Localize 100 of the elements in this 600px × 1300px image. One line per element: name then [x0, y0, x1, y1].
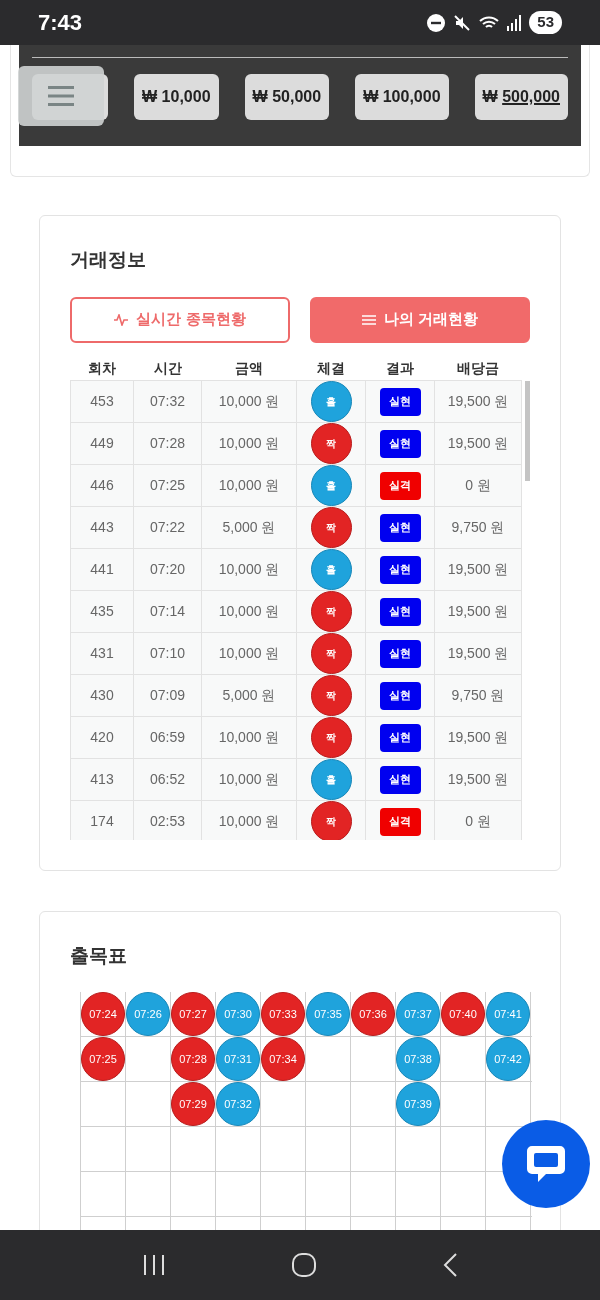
result-badge: 실격: [379, 471, 421, 500]
section-title: 출목표: [70, 943, 128, 968]
amount-chip[interactable]: ₩ 10,000: [134, 74, 219, 120]
table-cell: 10,000 원: [201, 590, 297, 633]
bead: 07:30: [216, 992, 260, 1036]
bead: 07:27: [171, 992, 215, 1036]
table-cell: 19,500 원: [434, 422, 522, 465]
status-time: 7:43: [38, 9, 83, 37]
amount-chip[interactable]: ₩ 500,000: [474, 74, 568, 120]
table-cell: 10,000 원: [201, 716, 297, 759]
table-cell: 9,750 원: [434, 674, 522, 717]
column-header: 체결: [317, 359, 345, 376]
bead: 07:33: [261, 992, 305, 1036]
table-cell: 07:22: [133, 506, 202, 549]
menu-icon: [48, 84, 74, 108]
table-cell: 19,500 원: [434, 632, 522, 675]
bead: 07:35: [306, 992, 350, 1036]
table-cell: 9,750 원: [434, 506, 522, 549]
table-cell: 443: [70, 506, 134, 549]
column-header: 배당금: [457, 359, 499, 376]
recent-apps-icon[interactable]: [142, 1254, 167, 1276]
side-badge: 홀: [310, 465, 352, 506]
table-cell: 10,000 원: [201, 464, 297, 507]
table-cell: 19,500 원: [434, 380, 522, 423]
lines-icon: [361, 314, 376, 325]
table-cell: 10,000 원: [201, 548, 297, 591]
signal-icon: [507, 14, 522, 31]
table-cell: 0 원: [434, 464, 522, 507]
side-badge: 짝: [310, 423, 352, 464]
side-badge: 짝: [310, 717, 352, 758]
bead: 07:41: [486, 992, 530, 1036]
column-header: 시간: [153, 359, 182, 376]
bead: 07:38: [396, 1037, 440, 1081]
side-badge: 짝: [310, 675, 352, 716]
do-not-disturb-icon: [427, 13, 446, 32]
side-badge: 홀: [310, 759, 352, 800]
battery-indicator: 53: [529, 11, 562, 34]
bead: 07:39: [396, 1082, 440, 1126]
table-cell: 430: [70, 674, 134, 717]
table-cell: 10,000 원: [201, 422, 297, 465]
bead: 07:32: [216, 1082, 260, 1126]
table-cell: 10,000 원: [201, 632, 297, 675]
bead: 07:25: [81, 1037, 125, 1081]
result-badge: 실현: [379, 597, 421, 626]
table-cell: 10,000 원: [201, 758, 297, 801]
result-badge: 실현: [379, 765, 421, 794]
table-cell: 07:20: [133, 548, 202, 591]
pulse-icon: [114, 313, 129, 326]
result-badge: 실현: [379, 723, 421, 752]
table-cell: 19,500 원: [434, 758, 522, 801]
bead: 07:24: [81, 992, 125, 1036]
result-badge: 실현: [379, 429, 421, 458]
home-icon[interactable]: [291, 1252, 317, 1278]
side-badge: 짝: [310, 801, 352, 840]
result-badge: 실현: [379, 555, 421, 584]
chat-bubble-icon: [524, 1143, 568, 1185]
bead: 07:42: [486, 1037, 530, 1081]
table-cell: 453: [70, 380, 134, 423]
result-badge: 실현: [379, 639, 421, 668]
table-cell: 19,500 원: [434, 548, 522, 591]
bead: 07:40: [441, 992, 485, 1036]
table-cell: 07:32: [133, 380, 202, 423]
table-cell: 420: [70, 716, 134, 759]
mute-icon: [453, 13, 472, 32]
menu-button[interactable]: [18, 66, 104, 126]
column-header: 금액: [235, 359, 263, 376]
table-cell: 07:09: [133, 674, 202, 717]
bead: 07:36: [351, 992, 395, 1036]
section-title: 거래정보: [70, 248, 147, 272]
side-badge: 짝: [310, 591, 352, 632]
back-icon[interactable]: [441, 1252, 458, 1278]
table-cell: 5,000 원: [201, 674, 297, 717]
table-cell: 19,500 원: [434, 590, 522, 633]
table-cell: 446: [70, 464, 134, 507]
side-badge: 짝: [310, 507, 352, 548]
side-badge: 홀: [310, 549, 352, 590]
table-cell: 431: [70, 632, 134, 675]
amount-chip[interactable]: ₩ 100,000: [355, 74, 449, 120]
table-cell: 06:59: [133, 716, 202, 759]
table-cell: 07:28: [133, 422, 202, 465]
bead: 07:28: [171, 1037, 215, 1081]
column-header: 회차: [88, 359, 116, 376]
bead: 07:29: [171, 1082, 215, 1126]
table-cell: 07:14: [133, 590, 202, 633]
table-cell: 07:10: [133, 632, 202, 675]
table-cell: 174: [70, 800, 134, 840]
table-cell: 441: [70, 548, 134, 591]
table-cell: 06:52: [133, 758, 202, 801]
table-cell: 5,000 원: [201, 506, 297, 549]
table-cell: 413: [70, 758, 134, 801]
result-badge: 실현: [379, 387, 421, 416]
bead: 07:37: [396, 992, 440, 1036]
side-badge: 짝: [310, 633, 352, 674]
table-cell: 10,000 원: [201, 380, 297, 423]
amount-chip[interactable]: ₩ 50,000: [244, 74, 330, 120]
column-header: 결과: [386, 359, 414, 376]
table-cell: 435: [70, 590, 134, 633]
bead: 07:31: [216, 1037, 260, 1081]
table-cell: 19,500 원: [434, 716, 522, 759]
result-badge: 실격: [379, 807, 421, 836]
